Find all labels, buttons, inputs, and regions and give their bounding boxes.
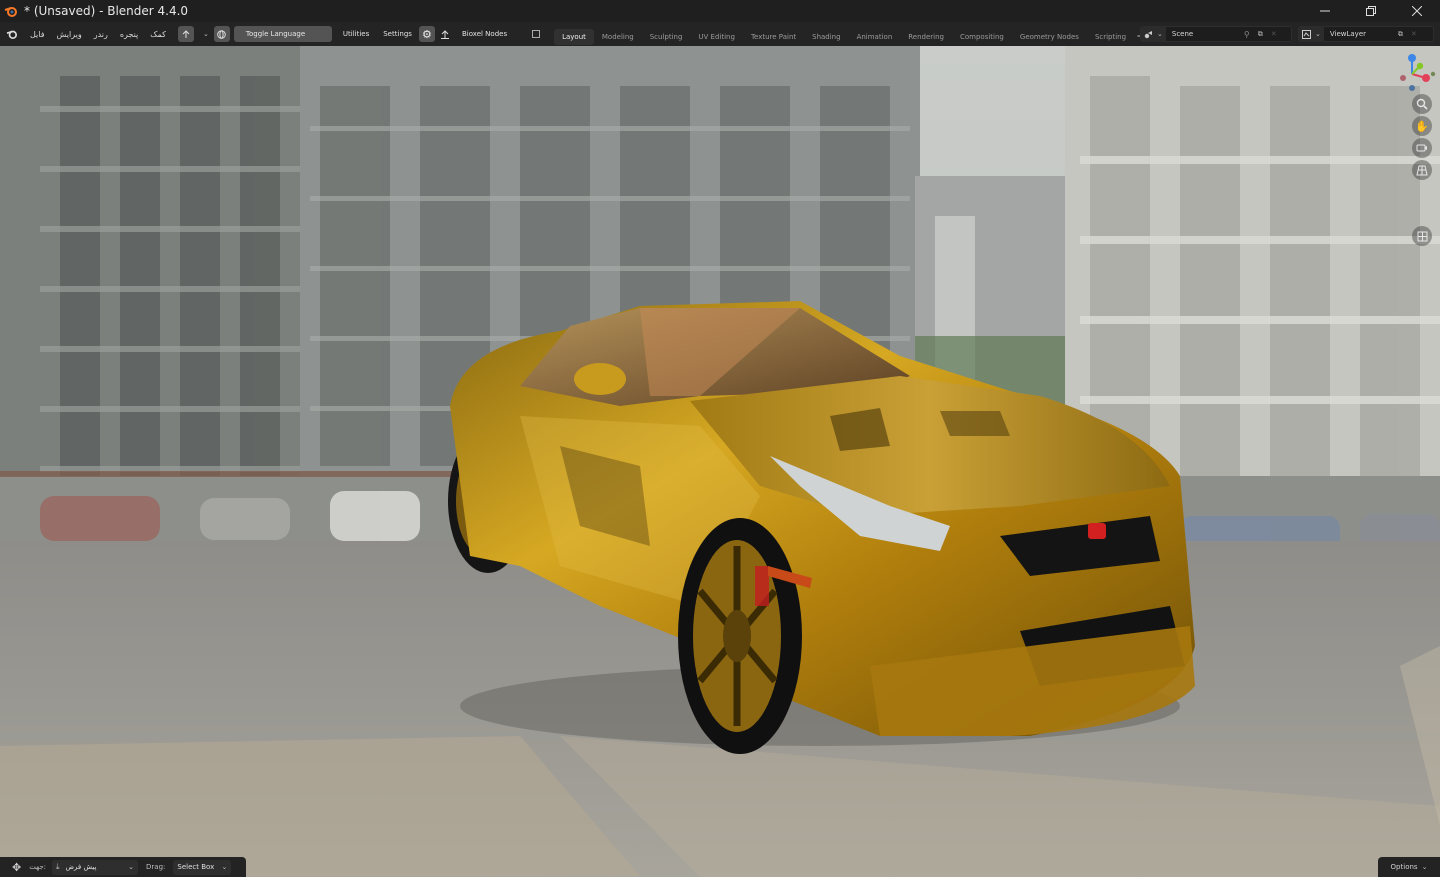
chevron-down-icon: ⌄ (1315, 30, 1321, 38)
duplicate-scene-icon[interactable]: ⧉ (1258, 30, 1263, 39)
square-icon (532, 30, 541, 38)
tab-rendering[interactable]: Rendering (900, 29, 952, 45)
tab-sculpting[interactable]: Sculpting (642, 29, 691, 45)
gear-button[interactable]: ⚙ (418, 26, 435, 42)
pan-hand-icon[interactable]: ✋ (1412, 116, 1432, 136)
window-title: * (Unsaved) - Blender 4.4.0 (24, 4, 189, 18)
view-layer-dropdown[interactable]: ⌄ (1299, 26, 1324, 42)
restore-button[interactable] (1348, 0, 1394, 22)
square-button[interactable] (528, 26, 544, 42)
view-layer-name: ViewLayer (1329, 30, 1367, 38)
top-header: فایل ویرایش رندر پنجره کمک ⌄ Toggle Lang… (0, 22, 1440, 46)
close-icon (1412, 6, 1422, 16)
scene-name: Scene (1171, 30, 1194, 38)
orientation-icon: ⤓ (56, 862, 60, 871)
tab-shading[interactable]: Shading (804, 29, 848, 45)
toggle-language-button[interactable]: Toggle Language (233, 26, 332, 42)
tab-texture-paint[interactable]: Texture Paint (743, 29, 804, 45)
chevron-down-icon: ⌄ (221, 863, 228, 871)
duplicate-layer-icon[interactable]: ⧉ (1398, 30, 1403, 39)
viewport-render (0, 46, 1440, 877)
minimize-icon (1320, 10, 1330, 12)
options-label: Options (1390, 863, 1418, 871)
export-button[interactable] (437, 26, 453, 42)
drag-label: Drag: (146, 863, 166, 871)
close-button[interactable] (1394, 0, 1440, 22)
tab-scripting[interactable]: Scripting (1087, 29, 1134, 45)
blender-logo-icon (0, 0, 22, 22)
move-transform-icon[interactable]: ✥ (12, 861, 21, 874)
tab-uv-editing[interactable]: UV Editing (690, 29, 743, 45)
scene-type-dropdown[interactable]: ⌄ (1141, 26, 1166, 42)
tab-modeling[interactable]: Modeling (594, 29, 642, 45)
upload-icon (440, 29, 449, 39)
3d-viewport[interactable]: ✋ ✥ جهت: ⤓ پیش فرض ⌄ Drag: Select Box ⌄ … (0, 46, 1440, 877)
upload-icon (182, 29, 190, 38)
chevron-down-icon: ⌄ (1157, 30, 1163, 38)
settings-button[interactable]: Settings (376, 30, 419, 38)
tab-compositing[interactable]: Compositing (952, 29, 1012, 45)
tab-layout[interactable]: Layout (554, 28, 594, 45)
orientation-label: جهت: (29, 863, 47, 871)
menu-file[interactable]: فایل (24, 22, 51, 46)
bioxel-nodes-button[interactable]: Bioxel Nodes (455, 30, 514, 38)
menu-window[interactable]: پنجره (114, 22, 144, 46)
scene-selector[interactable]: ⌄ Scene ⚲ ⧉ ✕ (1140, 26, 1292, 42)
render-layer-icon (1302, 29, 1311, 39)
zoom-icon[interactable] (1412, 94, 1432, 114)
globe-button[interactable] (213, 26, 230, 42)
minimize-button[interactable] (1302, 0, 1348, 22)
chevron-down-icon: ⌄ (128, 863, 135, 871)
menu-help[interactable]: کمک (144, 22, 172, 46)
tab-animation[interactable]: Animation (849, 29, 901, 45)
title-bar: * (Unsaved) - Blender 4.4.0 (0, 0, 1440, 22)
upload-button[interactable] (177, 26, 194, 42)
workspace-tabs: Layout Modeling Sculpting UV Editing Tex… (554, 22, 1146, 46)
view-layer-selector[interactable]: ⌄ ViewLayer ⧉ ✕ (1298, 26, 1434, 42)
camera-view-icon[interactable] (1412, 138, 1432, 158)
dropdown-button[interactable]: ⌄ (196, 26, 212, 42)
gear-icon: ⚙ (422, 27, 432, 41)
local-view-icon[interactable] (1412, 226, 1432, 246)
orientation-dropdown[interactable]: ⤓ پیش فرض ⌄ (52, 859, 139, 875)
delete-layer-icon[interactable]: ✕ (1411, 30, 1417, 38)
perspective-grid-icon[interactable] (1412, 160, 1432, 180)
tool-settings-bar: ✥ جهت: ⤓ پیش فرض ⌄ Drag: Select Box ⌄ (0, 857, 246, 877)
globe-icon (217, 29, 227, 39)
pin-icon[interactable]: ⚲ (1244, 30, 1250, 39)
menu-edit[interactable]: ویرایش (51, 22, 88, 46)
options-dropdown[interactable]: Options ⌄ (1378, 857, 1440, 877)
utilities-button[interactable]: Utilities (336, 30, 376, 38)
blender-menu-icon[interactable] (0, 22, 24, 46)
orientation-value: پیش فرض (65, 863, 97, 871)
chevron-down-icon: ⌄ (1421, 863, 1428, 871)
tab-geometry-nodes[interactable]: Geometry Nodes (1012, 29, 1087, 45)
chevron-down-icon: ⌄ (202, 30, 209, 38)
delete-scene-icon[interactable]: ✕ (1271, 30, 1277, 38)
scene-icon (1144, 30, 1152, 38)
navigation-gizmo[interactable] (1394, 52, 1436, 100)
menu-render[interactable]: رندر (88, 22, 114, 46)
drag-value: Select Box (177, 863, 215, 871)
drag-select-dropdown[interactable]: Select Box ⌄ (173, 859, 232, 875)
restore-icon (1366, 6, 1376, 16)
main-menu: فایل ویرایش رندر پنجره کمک (0, 22, 172, 46)
